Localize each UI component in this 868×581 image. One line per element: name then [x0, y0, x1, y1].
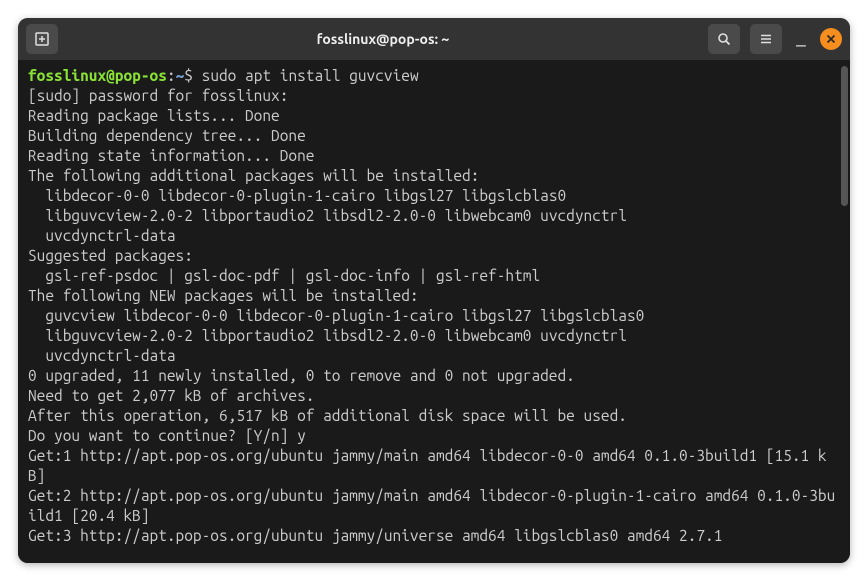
minimize-button[interactable]: _ — [792, 28, 810, 46]
prompt-path: ~ — [176, 67, 185, 84]
scrollbar[interactable] — [841, 66, 848, 206]
command-output: [sudo] password for fosslinux: Reading p… — [28, 87, 835, 544]
terminal-output[interactable]: fosslinux@pop-os:~$ sudo apt install guv… — [18, 60, 850, 563]
titlebar-right: _ — [708, 24, 842, 54]
new-tab-button[interactable] — [26, 24, 58, 54]
close-button[interactable] — [820, 28, 842, 50]
prompt-command: sudo apt install guvcview — [202, 67, 419, 84]
search-button[interactable] — [708, 24, 740, 54]
titlebar: fosslinux@pop-os: ~ _ — [18, 18, 850, 60]
prompt-separator: : — [167, 67, 176, 84]
window-title: fosslinux@pop-os: ~ — [58, 31, 708, 47]
close-icon — [826, 34, 836, 44]
new-tab-icon — [35, 32, 49, 46]
menu-button[interactable] — [750, 24, 782, 54]
prompt-dollar: $ — [184, 67, 201, 84]
prompt-user-host: fosslinux@pop-os — [28, 67, 167, 84]
terminal-window: fosslinux@pop-os: ~ _ — [18, 18, 850, 563]
hamburger-icon — [759, 32, 773, 46]
search-icon — [717, 32, 731, 46]
